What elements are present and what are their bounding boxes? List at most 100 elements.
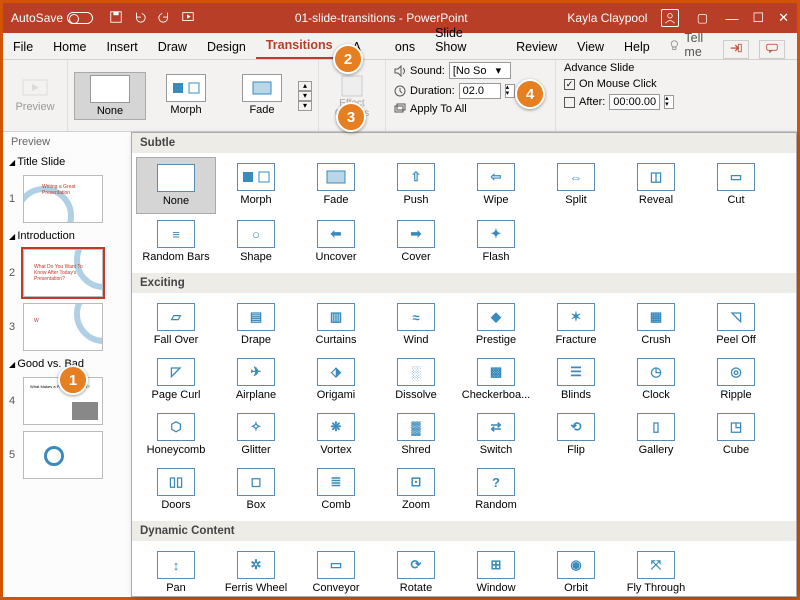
close-button[interactable]: ✕: [778, 10, 789, 26]
save-icon[interactable]: [109, 10, 123, 27]
transition-item[interactable]: ▤Drape: [216, 297, 296, 352]
duration-input[interactable]: 02.0: [459, 83, 501, 99]
transition-item[interactable]: ▭Cut: [696, 157, 776, 214]
transition-item[interactable]: ▦Crush: [616, 297, 696, 352]
minimize-button[interactable]: —: [725, 11, 738, 26]
tab-insert[interactable]: Insert: [97, 35, 148, 59]
after-spinner[interactable]: ▴▾: [664, 95, 674, 109]
transition-item[interactable]: ↕Pan: [136, 545, 216, 597]
slide-thumb-3[interactable]: 3W: [3, 300, 132, 354]
transition-item[interactable]: ◳Cube: [696, 407, 776, 462]
gallery-item-none[interactable]: None: [74, 72, 146, 120]
transition-item[interactable]: ◸Page Curl: [136, 352, 216, 407]
gallery-more-button[interactable]: ▴▾▾: [298, 79, 312, 113]
user-avatar-icon[interactable]: [661, 9, 679, 27]
transition-item[interactable]: ▯Gallery: [616, 407, 696, 462]
transition-item[interactable]: ☰Blinds: [536, 352, 616, 407]
on-click-checkbox[interactable]: ✓On Mouse Click: [564, 78, 674, 90]
section-title-slide[interactable]: Title Slide: [3, 152, 132, 172]
section-introduction[interactable]: Introduction: [3, 226, 132, 246]
transition-item[interactable]: ░Dissolve: [376, 352, 456, 407]
transition-item[interactable]: ◷Clock: [616, 352, 696, 407]
transition-item[interactable]: Fade: [296, 157, 376, 214]
transition-item[interactable]: ⬅Uncover: [296, 214, 376, 269]
transition-item[interactable]: ✦Flash: [456, 214, 536, 269]
transition-icon: ➡: [397, 220, 435, 248]
maximize-button[interactable]: ☐: [752, 10, 764, 26]
transition-item[interactable]: ▭Conveyor: [296, 545, 376, 597]
transition-item[interactable]: ⇦Wipe: [456, 157, 536, 214]
transition-item[interactable]: ⬗Origami: [296, 352, 376, 407]
callout-1: 1: [58, 365, 88, 395]
tab-help[interactable]: Help: [614, 35, 660, 59]
transition-item[interactable]: ⇧Push: [376, 157, 456, 214]
tab-transitions[interactable]: Transitions: [256, 33, 343, 59]
transition-item[interactable]: ≣Comb: [296, 462, 376, 517]
transition-item[interactable]: ◹Peel Off: [696, 297, 776, 352]
transition-item[interactable]: ◫Reveal: [616, 157, 696, 214]
autosave-toggle[interactable]: AutoSave: [11, 11, 93, 25]
transition-item[interactable]: ▓Shred: [376, 407, 456, 462]
transition-item[interactable]: ⊞Window: [456, 545, 536, 597]
transition-label: Prestige: [476, 334, 516, 346]
tab-draw[interactable]: Draw: [148, 35, 197, 59]
undo-icon[interactable]: [133, 10, 147, 27]
slide-thumb-1[interactable]: 1Writing a Great Presentation: [3, 172, 132, 226]
transition-icon: ▥: [317, 303, 355, 331]
transition-item[interactable]: ≡Random Bars: [136, 214, 216, 269]
slide-thumb-5[interactable]: 5: [3, 428, 132, 482]
transition-item[interactable]: Morph: [216, 157, 296, 214]
transition-item[interactable]: ⟳Rotate: [376, 545, 456, 597]
transition-item[interactable]: ?Random: [456, 462, 536, 517]
tab-file[interactable]: File: [3, 35, 43, 59]
transition-item[interactable]: ⇔Split: [536, 157, 616, 214]
redo-icon[interactable]: [157, 10, 171, 27]
transition-item[interactable]: ➡Cover: [376, 214, 456, 269]
transition-item[interactable]: ❋Vortex: [296, 407, 376, 462]
transition-item[interactable]: ○Shape: [216, 214, 296, 269]
after-checkbox[interactable]: After: 00:00.00▴▾: [564, 94, 674, 110]
transition-item[interactable]: ▱Fall Over: [136, 297, 216, 352]
preview-button[interactable]: Preview: [9, 79, 61, 113]
transition-item[interactable]: ◆Prestige: [456, 297, 536, 352]
tab-slideshow[interactable]: Slide Show: [425, 21, 506, 59]
start-icon[interactable]: [181, 10, 195, 27]
duration-spinner[interactable]: ▴▾: [505, 84, 515, 98]
transition-item[interactable]: ✈Airplane: [216, 352, 296, 407]
share-button[interactable]: [723, 40, 749, 59]
transition-item[interactable]: ◻Box: [216, 462, 296, 517]
transition-item[interactable]: ⬡Honeycomb: [136, 407, 216, 462]
transition-item[interactable]: ✲Ferris Wheel: [216, 545, 296, 597]
transition-item[interactable]: ≈Wind: [376, 297, 456, 352]
ribbon-display-icon[interactable]: ▢: [693, 9, 711, 27]
transition-icon: ◫: [637, 163, 675, 191]
transition-label: Rotate: [400, 582, 432, 594]
transition-item[interactable]: ⊡Zoom: [376, 462, 456, 517]
comments-button[interactable]: [759, 40, 785, 59]
transition-item[interactable]: ⤧Fly Through: [616, 545, 696, 597]
user-name[interactable]: Kayla Claypool: [567, 11, 647, 25]
transition-item[interactable]: ◉Orbit: [536, 545, 616, 597]
tab-design[interactable]: Design: [197, 35, 256, 59]
tab-view[interactable]: View: [567, 35, 614, 59]
autosave-switch[interactable]: [67, 12, 93, 24]
transition-item[interactable]: ▩Checkerboa...: [456, 352, 536, 407]
transition-item[interactable]: ✧Glitter: [216, 407, 296, 462]
transition-item[interactable]: ▥Curtains: [296, 297, 376, 352]
transition-item[interactable]: None: [136, 157, 216, 214]
tab-review[interactable]: Review: [506, 35, 567, 59]
tab-home[interactable]: Home: [43, 35, 96, 59]
slide-thumb-2[interactable]: 2What Do You Want ToKnow After Today'sPr…: [3, 246, 132, 300]
sound-select[interactable]: [No So ▾: [449, 62, 511, 79]
tell-me[interactable]: Tell me: [668, 31, 723, 59]
transition-item[interactable]: ✶Fracture: [536, 297, 616, 352]
autosave-label: AutoSave: [11, 11, 63, 25]
transition-item[interactable]: ⟲Flip: [536, 407, 616, 462]
transition-item[interactable]: ▯▯Doors: [136, 462, 216, 517]
after-input[interactable]: 00:00.00: [609, 94, 660, 110]
transition-icon: ⬗: [317, 358, 355, 386]
gallery-item-morph[interactable]: Morph: [150, 72, 222, 120]
transition-item[interactable]: ⇄Switch: [456, 407, 536, 462]
gallery-item-fade[interactable]: Fade: [226, 72, 298, 120]
transition-item[interactable]: ◎Ripple: [696, 352, 776, 407]
